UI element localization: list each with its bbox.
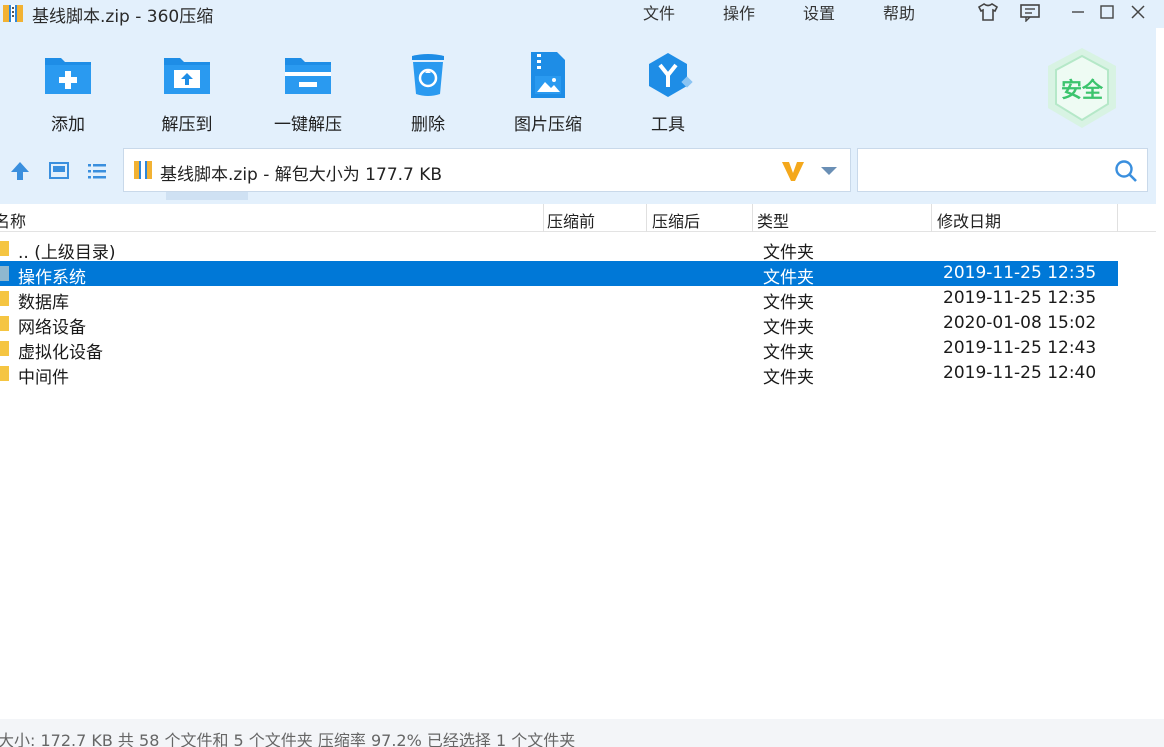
column-modified-date[interactable]: 修改日期 bbox=[937, 208, 1001, 232]
file-row-selected[interactable]: 操作系统 文件夹 2019-11-25 12:35 bbox=[0, 261, 1118, 288]
delete-button[interactable]: 删除 bbox=[383, 50, 473, 135]
folder-icon bbox=[0, 316, 9, 331]
minimize-icon bbox=[1072, 11, 1084, 13]
address-path: 基线脚本.zip - 解包大小为 177.7 KB bbox=[160, 165, 443, 185]
delete-label: 删除 bbox=[411, 115, 445, 135]
image-compress-icon bbox=[531, 52, 565, 98]
folder-icon bbox=[0, 341, 9, 356]
skin-button[interactable] bbox=[973, 0, 1003, 24]
menu-help[interactable]: 帮助 bbox=[883, 0, 915, 24]
file-row[interactable]: 中间件 文件夹 2019-11-25 12:40 bbox=[0, 361, 1118, 388]
file-type: 文件夹 bbox=[763, 293, 814, 313]
archive-app-icon bbox=[3, 5, 23, 22]
extract-to-button[interactable]: 解压到 bbox=[142, 50, 232, 135]
add-label: 添加 bbox=[51, 115, 85, 135]
title-bar: 基线脚本.zip - 360压缩 文件 操作 设置 帮助 bbox=[0, 0, 1164, 28]
tools-icon bbox=[649, 53, 693, 97]
file-date: 2019-11-25 12:43 bbox=[943, 338, 1097, 358]
one-click-extract-label: 一键解压 bbox=[274, 115, 342, 135]
file-name: 网络设备 bbox=[18, 318, 86, 338]
file-row[interactable]: 虚拟化设备 文件夹 2019-11-25 12:43 bbox=[0, 336, 1118, 363]
window-title: 基线脚本.zip - 360压缩 bbox=[32, 7, 214, 27]
extract-to-icon bbox=[164, 58, 210, 94]
column-type[interactable]: 类型 bbox=[757, 208, 789, 232]
file-name: 虚拟化设备 bbox=[18, 343, 103, 363]
address-bar-row: 基线脚本.zip - 解包大小为 177.7 KB bbox=[0, 144, 1164, 204]
column-divider[interactable] bbox=[1117, 204, 1118, 232]
maximize-icon bbox=[1100, 5, 1114, 19]
address-tab-indicator bbox=[166, 192, 248, 200]
file-type: 文件夹 bbox=[763, 318, 814, 338]
file-type: 文件夹 bbox=[763, 368, 814, 388]
window-right-edge bbox=[1156, 28, 1164, 718]
main-toolbar: 添加 解压到 一键解压 删除 图片压缩 工具 安全 bbox=[0, 28, 1164, 144]
close-icon bbox=[1131, 5, 1145, 19]
menu-settings[interactable]: 设置 bbox=[803, 0, 835, 24]
file-date: 2019-11-25 12:35 bbox=[943, 288, 1097, 308]
list-view-icon[interactable] bbox=[85, 159, 109, 183]
folder-icon bbox=[0, 266, 9, 281]
add-button[interactable]: 添加 bbox=[23, 50, 113, 135]
security-label: 安全 bbox=[1061, 78, 1103, 102]
folder-icon bbox=[0, 241, 9, 256]
file-type: 文件夹 bbox=[763, 343, 814, 363]
file-type: 文件夹 bbox=[763, 243, 814, 263]
folder-icon bbox=[0, 291, 9, 306]
security-badge[interactable]: 安全 bbox=[1044, 46, 1120, 130]
file-type: 文件夹 bbox=[763, 268, 814, 288]
menu-file[interactable]: 文件 bbox=[643, 0, 675, 24]
thumbnail-view-icon[interactable] bbox=[47, 159, 71, 183]
extract-to-label: 解压到 bbox=[161, 115, 213, 135]
column-compressed-size[interactable]: 压缩后 bbox=[652, 208, 700, 232]
file-row[interactable]: 网络设备 文件夹 2020-01-08 15:02 bbox=[0, 311, 1118, 338]
column-divider[interactable] bbox=[752, 204, 753, 232]
status-bar: 大小: 172.7 KB 共 58 个文件和 5 个文件夹 压缩率 97.2% … bbox=[0, 719, 1164, 747]
chevron-down-icon[interactable] bbox=[819, 161, 839, 181]
file-name: 中间件 bbox=[18, 368, 69, 388]
image-compress-label: 图片压缩 bbox=[514, 115, 582, 135]
one-click-extract-icon bbox=[285, 58, 331, 94]
image-compress-button[interactable]: 图片压缩 bbox=[503, 50, 593, 135]
message-icon bbox=[1020, 4, 1040, 22]
address-box[interactable]: 基线脚本.zip - 解包大小为 177.7 KB bbox=[123, 148, 851, 192]
up-arrow-icon[interactable] bbox=[8, 159, 32, 183]
search-input[interactable] bbox=[857, 148, 1148, 192]
search-icon[interactable] bbox=[1113, 158, 1139, 184]
archive-file-icon bbox=[134, 161, 152, 179]
maximize-button[interactable] bbox=[1092, 0, 1122, 24]
column-name[interactable]: 名称 bbox=[0, 208, 26, 232]
close-button[interactable] bbox=[1123, 0, 1153, 24]
file-name: 数据库 bbox=[18, 293, 69, 313]
file-date: 2020-01-08 15:02 bbox=[943, 313, 1097, 333]
column-divider[interactable] bbox=[931, 204, 932, 232]
file-row-parent[interactable]: .. (上级目录) 文件夹 bbox=[0, 236, 1118, 263]
folder-icon bbox=[0, 366, 9, 381]
delete-icon bbox=[412, 54, 444, 96]
file-row[interactable]: 数据库 文件夹 2019-11-25 12:35 bbox=[0, 286, 1118, 313]
status-text: 大小: 172.7 KB 共 58 个文件和 5 个文件夹 压缩率 97.2% … bbox=[0, 731, 576, 747]
file-list-header: 名称 压缩前 压缩后 类型 修改日期 bbox=[0, 204, 1164, 232]
add-icon bbox=[45, 58, 91, 94]
file-date: 2019-11-25 12:40 bbox=[943, 363, 1097, 383]
file-name: 操作系统 bbox=[18, 268, 86, 288]
tshirt-icon bbox=[977, 3, 999, 21]
column-divider[interactable] bbox=[543, 204, 544, 232]
minimize-button[interactable] bbox=[1063, 0, 1093, 24]
column-divider[interactable] bbox=[646, 204, 647, 232]
tools-label: 工具 bbox=[651, 115, 685, 135]
file-date: 2019-11-25 12:35 bbox=[943, 263, 1097, 283]
one-click-extract-button[interactable]: 一键解压 bbox=[263, 50, 353, 135]
file-name: .. (上级目录) bbox=[18, 243, 116, 263]
tools-button[interactable]: 工具 bbox=[623, 50, 713, 135]
feedback-button[interactable] bbox=[1015, 0, 1045, 24]
v-logo-icon[interactable] bbox=[780, 159, 806, 183]
menu-operation[interactable]: 操作 bbox=[723, 0, 755, 24]
column-original-size[interactable]: 压缩前 bbox=[547, 208, 595, 232]
